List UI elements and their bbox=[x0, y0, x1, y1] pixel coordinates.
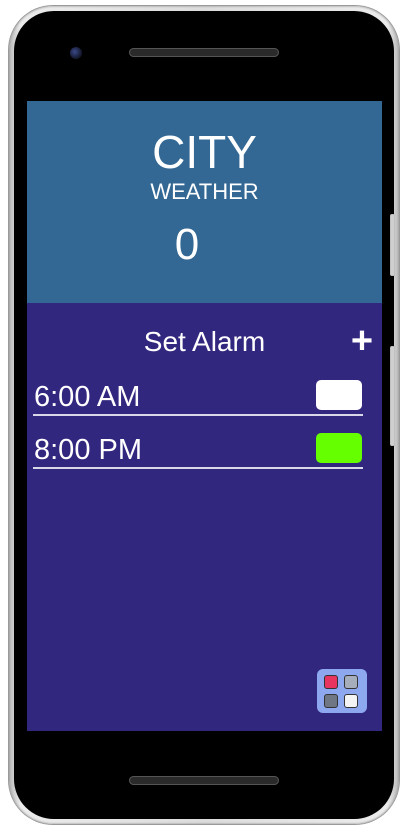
alarm-toggle[interactable] bbox=[316, 380, 362, 410]
add-alarm-button[interactable]: + bbox=[347, 322, 377, 360]
alarm-row: 6:00 AM bbox=[33, 380, 363, 416]
apps-grid-icon[interactable] bbox=[317, 669, 367, 713]
grid-tile-icon bbox=[344, 694, 358, 708]
power-button bbox=[390, 346, 395, 446]
volume-button bbox=[390, 214, 395, 276]
app-screen: CITY WEATHER 0 Set Alarm + 6:00 AM 8:00 … bbox=[27, 101, 382, 731]
grid-tile-icon bbox=[324, 694, 338, 708]
grid-tile-icon bbox=[324, 675, 338, 689]
weather-label: WEATHER bbox=[150, 179, 259, 204]
temperature-value: 0 bbox=[174, 220, 200, 269]
alarm-toggle[interactable] bbox=[316, 433, 362, 463]
weather-panel: CITY WEATHER 0 bbox=[27, 101, 382, 303]
grid-tile-icon bbox=[344, 675, 358, 689]
earpiece-speaker bbox=[129, 48, 279, 57]
alarm-time[interactable]: 6:00 AM bbox=[34, 380, 140, 414]
bottom-speaker bbox=[129, 776, 279, 785]
city-name: CITY bbox=[152, 126, 257, 178]
front-camera-icon bbox=[70, 47, 82, 59]
alarm-section-title: Set Alarm bbox=[143, 326, 266, 357]
alarm-time[interactable]: 8:00 PM bbox=[34, 433, 142, 467]
alarm-row: 8:00 PM bbox=[33, 433, 363, 469]
